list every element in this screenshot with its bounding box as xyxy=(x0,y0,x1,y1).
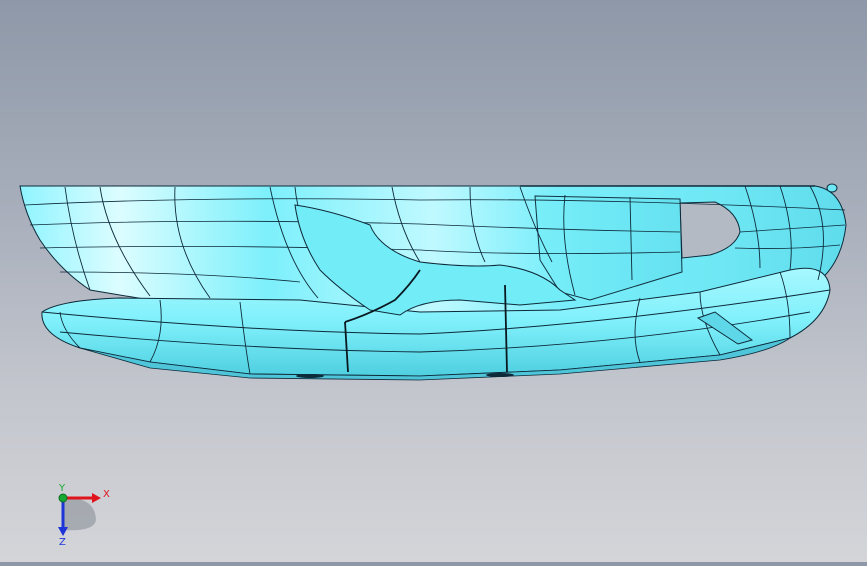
coordinate-triad[interactable]: X Y Z xyxy=(58,483,110,548)
x-axis-label: X xyxy=(103,489,110,500)
hull-model-svg[interactable]: X Y Z xyxy=(0,0,867,562)
triad-shadow xyxy=(63,497,96,531)
deck-fitting[interactable] xyxy=(826,183,838,193)
z-axis-arrowhead xyxy=(58,527,68,536)
graphics-viewport[interactable]: X Y Z xyxy=(0,0,867,562)
y-axis-dot xyxy=(58,493,68,503)
y-axis-label: Y xyxy=(58,483,66,494)
z-axis-label: Z xyxy=(59,537,66,548)
x-axis-arrowhead xyxy=(92,493,101,503)
